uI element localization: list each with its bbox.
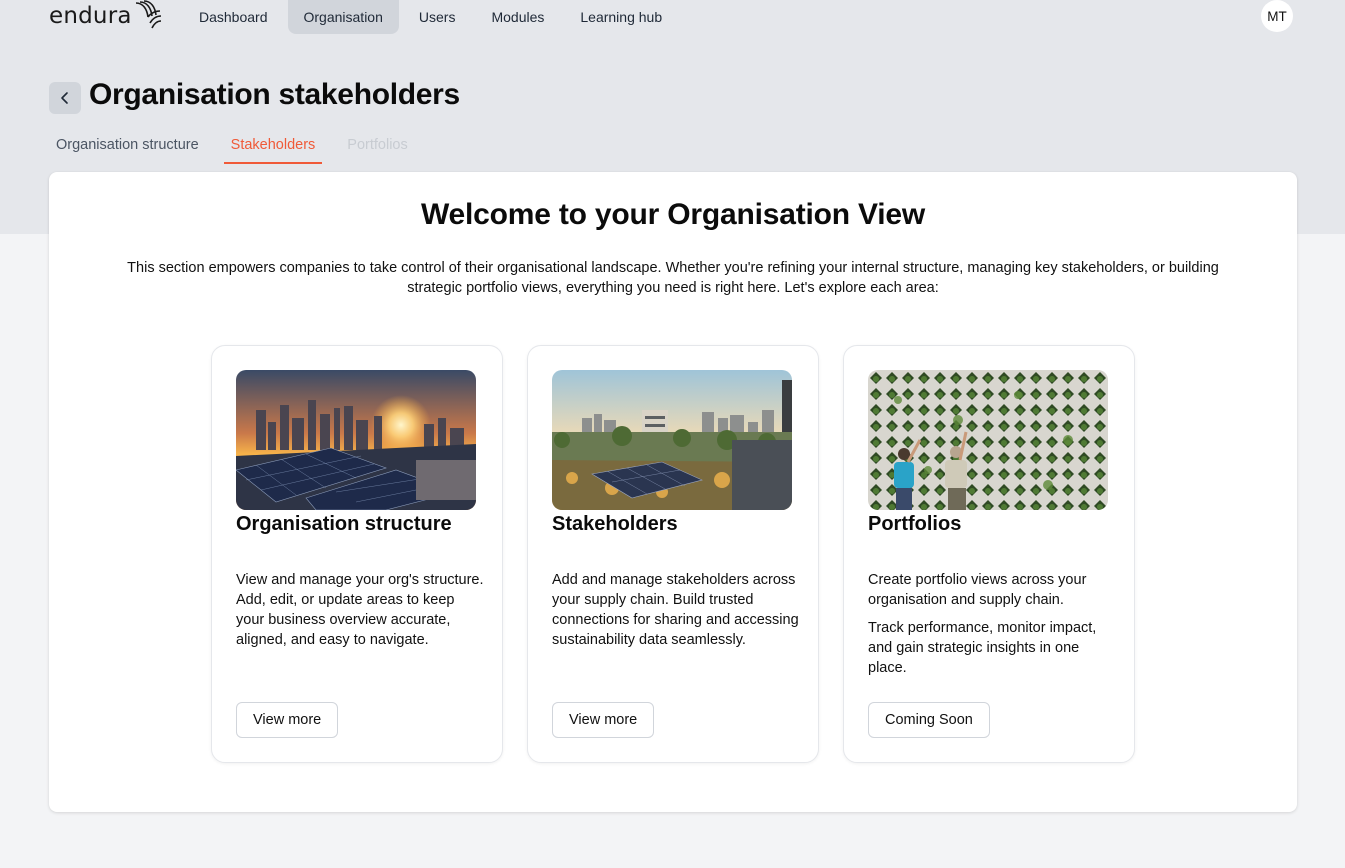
- green-roof-image: [552, 370, 792, 510]
- welcome-description: This section empowers companies to take …: [127, 260, 1219, 296]
- card-description: Add and manage stakeholders across your …: [552, 570, 802, 650]
- card-title: Organisation structure: [236, 513, 452, 535]
- tab-organisation-structure[interactable]: Organisation structure: [49, 131, 206, 163]
- green-wall-image: [868, 370, 1108, 510]
- card-stakeholders: Stakeholders Add and manage stakeholders…: [527, 345, 819, 763]
- welcome-title: Welcome to your Organisation View: [420, 198, 926, 231]
- card-list: Organisation structure View and manage y…: [211, 345, 1135, 763]
- section-tabs: Organisation structure Stakeholders Port…: [49, 131, 433, 164]
- card-title: Portfolios: [868, 513, 962, 535]
- chevron-left-icon: [61, 92, 68, 104]
- card-description: Create portfolio views across your organ…: [868, 570, 1118, 678]
- card-description: View and manage your org's structure. Ad…: [236, 570, 486, 650]
- nav-modules[interactable]: Modules: [475, 0, 560, 34]
- page-title: Organisation stakeholders: [89, 78, 460, 111]
- main-nav: Dashboard Organisation Users Modules Lea…: [183, 0, 678, 34]
- back-button[interactable]: [49, 82, 81, 114]
- card-paragraph: Add and manage stakeholders across your …: [552, 572, 799, 648]
- tab-stakeholders[interactable]: Stakeholders: [223, 131, 323, 164]
- card-paragraph: Create portfolio views across your organ…: [868, 572, 1087, 608]
- view-more-button[interactable]: View more: [236, 702, 339, 738]
- solar-city-image: [236, 370, 476, 510]
- nav-organisation[interactable]: Organisation: [287, 0, 399, 34]
- welcome-panel: Welcome to your Organisation View This s…: [49, 172, 1297, 812]
- endura-logo[interactable]: endura: [49, 0, 163, 32]
- logo-text: endura: [49, 3, 132, 29]
- card-paragraph: View and manage your org's structure. Ad…: [236, 572, 484, 648]
- card-organisation-structure: Organisation structure View and manage y…: [211, 345, 503, 763]
- nav-learning-hub[interactable]: Learning hub: [564, 0, 678, 34]
- nav-users[interactable]: Users: [403, 0, 472, 34]
- logo-wave-icon: [135, 0, 161, 29]
- coming-soon-button[interactable]: Coming Soon: [868, 702, 990, 738]
- tab-portfolios: Portfolios: [347, 137, 408, 153]
- card-paragraph: Track performance, monitor impact, and g…: [868, 620, 1097, 676]
- nav-dashboard[interactable]: Dashboard: [183, 0, 284, 34]
- user-avatar[interactable]: MT: [1261, 0, 1293, 32]
- card-portfolios: Portfolios Create portfolio views across…: [843, 345, 1135, 763]
- card-title: Stakeholders: [552, 513, 678, 535]
- top-navbar: endura Dashboard Organisation Users Modu…: [0, 0, 1345, 34]
- view-more-button[interactable]: View more: [552, 702, 655, 738]
